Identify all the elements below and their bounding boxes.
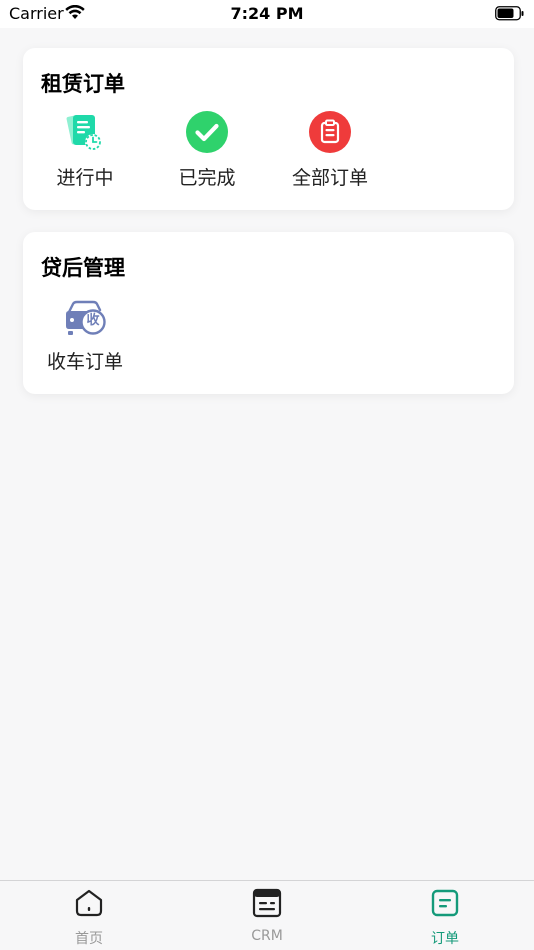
car-collect-icon: 收 [63, 298, 107, 338]
status-bar: Carrier 7:24 PM [0, 0, 534, 28]
car-collect-icon-text: 收 [86, 313, 100, 328]
battery-icon [495, 6, 525, 25]
document-clock-icon [65, 112, 105, 156]
tab-orders-label: 订单 [431, 931, 459, 947]
completed-label: 已完成 [178, 167, 236, 189]
clipboard-icon [308, 110, 352, 158]
in-progress-entry[interactable]: 进行中 [30, 112, 140, 192]
tab-home-label: 首页 [75, 931, 103, 947]
tab-bar: 首页 CRM 订单 [0, 880, 534, 950]
post-loan-title: 贷后管理 [41, 256, 125, 280]
crm-icon [251, 887, 283, 923]
tab-crm-label: CRM [251, 928, 283, 944]
status-time: 7:24 PM [230, 4, 304, 23]
home-icon [73, 887, 105, 923]
completed-entry[interactable]: 已完成 [152, 110, 262, 192]
all-orders-entry[interactable]: 全部订单 [275, 110, 385, 192]
post-loan-card: 贷后管理 收 收车订单 [23, 232, 514, 394]
all-orders-label: 全部订单 [291, 167, 368, 189]
rental-orders-title: 租赁订单 [41, 72, 125, 96]
rental-orders-card: 租赁订单 进行中 已完成 全部订单 [23, 48, 514, 210]
in-progress-label: 进行中 [56, 167, 114, 189]
order-icon [429, 887, 461, 923]
collect-car-orders-label: 收车订单 [46, 351, 123, 373]
tab-home[interactable]: 首页 [0, 881, 178, 950]
checkmark-circle-icon [185, 110, 229, 158]
tab-crm[interactable]: CRM [178, 881, 356, 950]
collect-car-orders-entry[interactable]: 收 收车订单 [30, 296, 140, 376]
tab-orders[interactable]: 订单 [356, 881, 534, 950]
